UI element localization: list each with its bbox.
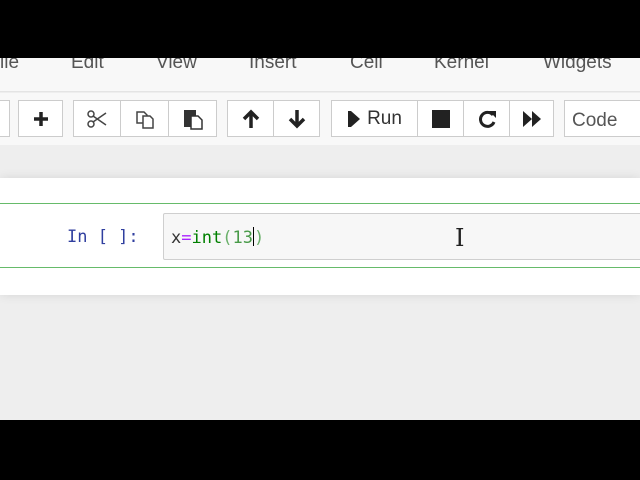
save-button[interactable]	[0, 100, 10, 137]
notebook-container: In [ ]: x=int(13)	[0, 178, 640, 295]
restart-button[interactable]	[463, 100, 510, 137]
copy-icon	[135, 110, 154, 129]
code-cell[interactable]: In [ ]: x=int(13)	[0, 203, 640, 268]
fast-forward-icon	[522, 110, 541, 127]
menu-file[interactable]: ile	[0, 58, 19, 74]
menu-widgets[interactable]: Widgets	[543, 58, 612, 74]
run-button[interactable]: Run	[331, 100, 418, 137]
code-paren-open: (	[222, 228, 233, 248]
cell-type-select[interactable]: Code	[564, 100, 640, 137]
jupyter-notebook: ile Edit View Insert Cell Kernel Widgets…	[0, 58, 640, 420]
insert-cell-button[interactable]	[18, 100, 63, 137]
restart-run-all-button[interactable]	[509, 100, 554, 137]
code-var: x	[171, 228, 182, 248]
code-op: =	[181, 228, 192, 248]
menu-insert[interactable]: Insert	[249, 58, 297, 74]
input-prompt: In [ ]:	[67, 227, 139, 247]
menu-kernel[interactable]: Kernel	[434, 58, 489, 74]
menu-cell[interactable]: Cell	[350, 58, 383, 74]
move-down-button[interactable]	[273, 100, 320, 137]
ibeam-cursor-icon: I	[455, 224, 465, 252]
code-number: 13	[232, 228, 253, 248]
cut-button[interactable]	[73, 100, 121, 137]
paste-icon	[183, 109, 203, 130]
toolbar: Run Code	[0, 93, 640, 145]
move-up-button[interactable]	[227, 100, 274, 137]
plus-icon	[33, 111, 48, 126]
step-forward-icon	[348, 110, 361, 127]
code-editor[interactable]: x=int(13)	[163, 213, 640, 260]
code-paren-close: )	[253, 228, 265, 248]
copy-button[interactable]	[120, 100, 169, 137]
menubar: ile Edit View Insert Cell Kernel Widgets	[0, 58, 640, 92]
menu-view[interactable]: View	[156, 58, 197, 74]
arrow-up-icon	[242, 109, 259, 128]
paste-button[interactable]	[168, 100, 217, 137]
run-label: Run	[367, 107, 402, 129]
code-func: int	[191, 228, 223, 248]
restart-icon	[478, 110, 496, 128]
stop-icon	[431, 109, 450, 128]
interrupt-button[interactable]	[417, 100, 464, 137]
arrow-down-icon	[288, 109, 305, 128]
scissors-icon	[87, 109, 107, 128]
menu-edit[interactable]: Edit	[71, 58, 104, 74]
